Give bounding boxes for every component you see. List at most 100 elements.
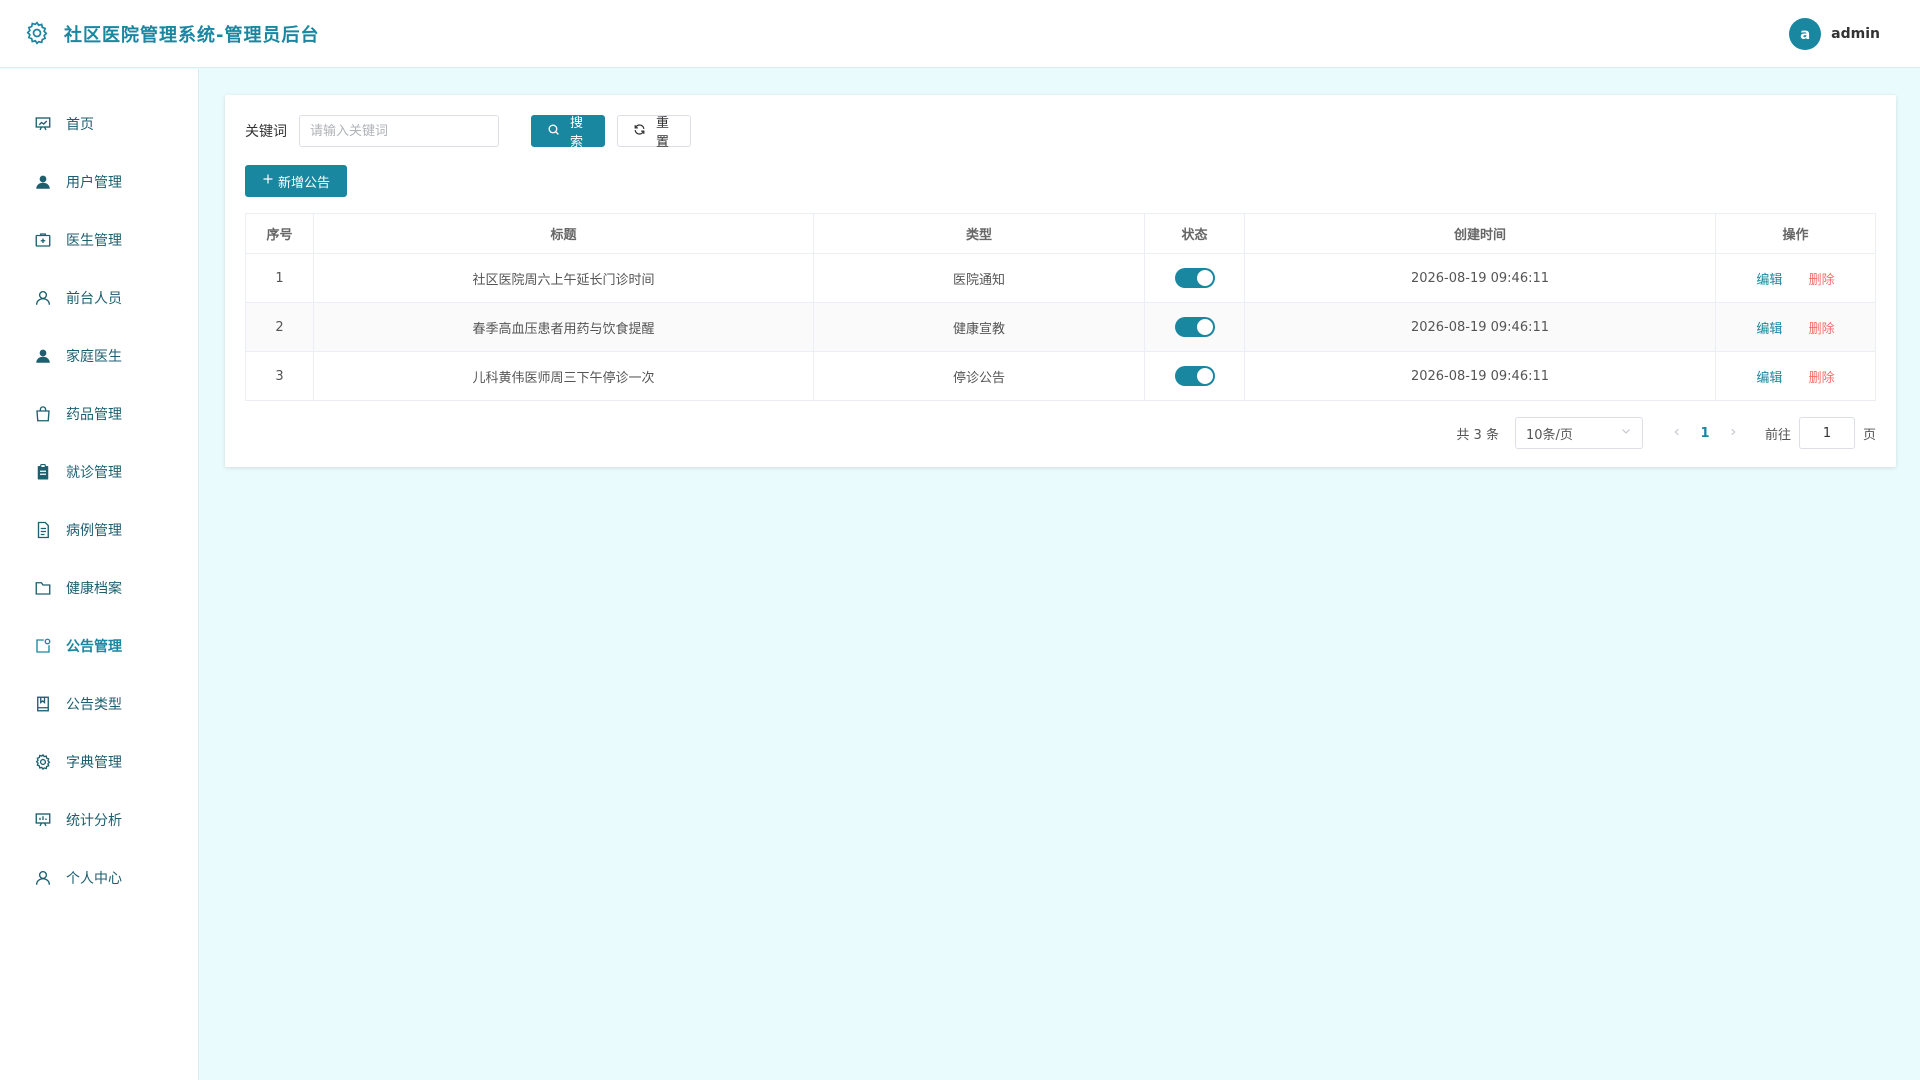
edit-link[interactable]: 编辑 [1756, 273, 1782, 288]
search-bar: 关键词 搜索 重置 [245, 115, 1876, 150]
notification-icon [34, 637, 52, 655]
sidebar-item-notice-types[interactable]: 公告类型 [0, 675, 198, 733]
user-solid-icon [34, 173, 52, 191]
user-solid-icon [34, 347, 52, 365]
column-header-title: 标题 [313, 213, 814, 254]
sidebar-item-cases[interactable]: 病例管理 [0, 501, 198, 559]
add-notice-button[interactable]: 新增公告 [245, 165, 347, 197]
cell-status [1144, 302, 1245, 352]
keyword-input[interactable] [299, 115, 499, 147]
user-menu[interactable]: a admin [1789, 17, 1880, 50]
edit-link[interactable]: 编辑 [1756, 371, 1782, 386]
status-toggle[interactable] [1174, 268, 1215, 288]
sidebar-item-label: 用户管理 [66, 175, 122, 191]
page-size-value: 10条/页 [1525, 427, 1573, 443]
sidebar-item-medicine[interactable]: 药品管理 [0, 385, 198, 443]
sidebar-item-family-doctor[interactable]: 家庭医生 [0, 327, 198, 385]
column-header-actions: 操作 [1715, 213, 1876, 254]
sidebar-item-label: 字典管理 [66, 755, 122, 771]
reset-button-label: 重置 [655, 116, 669, 150]
next-page-button[interactable] [1721, 425, 1745, 441]
cell-status [1144, 351, 1245, 401]
avatar[interactable]: a [1789, 17, 1822, 50]
sidebar-item-label: 公告类型 [66, 697, 122, 713]
sidebar-item-label: 首页 [66, 117, 94, 133]
pagination: 共 3 条 10条/页 1 前往 页 [245, 417, 1876, 449]
username[interactable]: admin [1831, 26, 1880, 42]
search-button[interactable]: 搜索 [531, 115, 605, 150]
cell-title: 社区医院周六上午延长门诊时间 [313, 253, 814, 303]
keyword-label: 关键词 [245, 124, 287, 140]
cell-created: 2026-08-19 09:46:11 [1244, 302, 1716, 352]
sidebar-item-users[interactable]: 用户管理 [0, 153, 198, 211]
sidebar-item-visits[interactable]: 就诊管理 [0, 443, 198, 501]
cell-index: 3 [245, 351, 314, 401]
notice-list-card: 关键词 搜索 重置 新增公告 序号 标题 类型 状态 创建时间 操作 [225, 95, 1896, 467]
cell-index: 2 [245, 302, 314, 352]
sidebar-item-dictionary[interactable]: 字典管理 [0, 733, 198, 791]
chevron-down-icon [1620, 425, 1632, 441]
brand: 社区医院管理系统-管理员后台 [24, 20, 319, 48]
cell-actions: 编辑 删除 [1715, 302, 1876, 352]
cell-type: 停诊公告 [813, 351, 1145, 401]
document-icon [34, 521, 52, 539]
status-toggle[interactable] [1174, 317, 1215, 337]
delete-link[interactable]: 删除 [1809, 273, 1835, 288]
search-icon [547, 123, 560, 140]
notice-table: 序号 标题 类型 状态 创建时间 操作 1 社区医院周六上午延长门诊时间 医院通… [245, 213, 1876, 401]
reset-button[interactable]: 重置 [617, 115, 691, 150]
refresh-icon [633, 123, 646, 140]
sidebar-item-label: 健康档案 [66, 581, 122, 597]
sidebar-item-label: 统计分析 [66, 813, 122, 829]
cell-type: 健康宣教 [813, 302, 1145, 352]
sidebar-item-reception[interactable]: 前台人员 [0, 269, 198, 327]
cell-index: 1 [245, 253, 314, 303]
sidebar-item-label: 家庭医生 [66, 349, 122, 365]
top-header: 社区医院管理系统-管理员后台 a admin [0, 0, 1920, 68]
toolbar: 新增公告 [245, 165, 1876, 197]
table-row: 1 社区医院周六上午延长门诊时间 医院通知 2026-08-19 09:46:1… [245, 253, 1876, 303]
page-size-select[interactable]: 10条/页 [1514, 417, 1643, 449]
clipboard-icon [34, 463, 52, 481]
cell-actions: 编辑 删除 [1715, 351, 1876, 401]
cell-title: 春季高血压患者用药与饮食提醒 [313, 302, 814, 352]
notebook-icon [34, 695, 52, 713]
delete-link[interactable]: 删除 [1809, 371, 1835, 386]
chevron-left-icon [1674, 428, 1679, 436]
add-notice-label: 新增公告 [277, 175, 330, 191]
sidebar: 首页 用户管理 医生管理 前台人员 家庭医生 药品管理 就诊管理 病例管理 健康… [0, 69, 199, 1080]
column-header-index: 序号 [245, 213, 314, 254]
sidebar-item-home[interactable]: 首页 [0, 95, 198, 153]
cell-created: 2026-08-19 09:46:11 [1244, 253, 1716, 303]
cell-type: 医院通知 [813, 253, 1145, 303]
column-header-created: 创建时间 [1244, 213, 1716, 254]
sidebar-item-label: 前台人员 [66, 291, 122, 307]
cell-actions: 编辑 删除 [1715, 253, 1876, 303]
goto-label: 前往 [1764, 427, 1791, 443]
cell-status [1144, 253, 1245, 303]
page-number-current[interactable]: 1 [1689, 426, 1721, 441]
edit-link[interactable]: 编辑 [1756, 322, 1782, 337]
sidebar-item-profile[interactable]: 个人中心 [0, 849, 198, 907]
column-header-status: 状态 [1144, 213, 1245, 254]
status-toggle[interactable] [1174, 366, 1215, 386]
sidebar-item-label: 公告管理 [66, 639, 122, 655]
sidebar-item-statistics[interactable]: 统计分析 [0, 791, 198, 849]
user-outline-icon [34, 869, 52, 887]
sidebar-item-health-records[interactable]: 健康档案 [0, 559, 198, 617]
goto-page-input[interactable] [1798, 417, 1855, 449]
user-outline-icon [34, 289, 52, 307]
sidebar-item-label: 病例管理 [66, 523, 122, 539]
column-header-type: 类型 [813, 213, 1145, 254]
sidebar-item-label: 就诊管理 [66, 465, 122, 481]
cell-created: 2026-08-19 09:46:11 [1244, 351, 1716, 401]
sidebar-item-notices[interactable]: 公告管理 [0, 617, 198, 675]
sidebar-item-doctors[interactable]: 医生管理 [0, 211, 198, 269]
cell-title: 儿科黄伟医师周三下午停诊一次 [313, 351, 814, 401]
prev-page-button[interactable] [1665, 425, 1689, 441]
shopping-bag-icon [34, 405, 52, 423]
table-header-row: 序号 标题 类型 状态 创建时间 操作 [245, 213, 1876, 254]
delete-link[interactable]: 删除 [1809, 322, 1835, 337]
gear-icon [34, 753, 52, 771]
page-unit-label: 页 [1862, 427, 1876, 443]
